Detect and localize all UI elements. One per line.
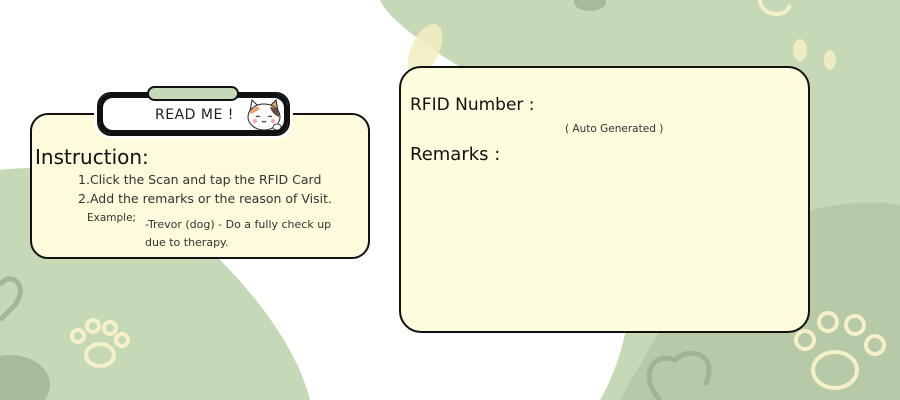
example-line: -Trevor (dog) - Do a fully check up bbox=[145, 218, 332, 231]
readme-tab-pill bbox=[147, 86, 239, 101]
readme-tab-label: READ ME ! bbox=[155, 107, 234, 123]
example-label: Example; bbox=[87, 212, 137, 224]
rfid-number-label: RFID Number : bbox=[410, 95, 535, 115]
instruction-title: Instruction: bbox=[35, 145, 149, 169]
instruction-step: 2.Add the remarks or the reason of Visit… bbox=[78, 191, 333, 206]
form-card[interactable]: RFID Number : ( Auto Generated ) Remarks… bbox=[399, 66, 810, 333]
instruction-list: 1.Click the Scan and tap the RFID Card 2… bbox=[78, 170, 332, 208]
instruction-step: 1.Click the Scan and tap the RFID Card bbox=[78, 172, 322, 187]
cat-mascot-icon bbox=[247, 98, 282, 131]
rfid-auto-generated-hint: ( Auto Generated ) bbox=[565, 123, 664, 135]
example-text: -Trevor (dog) - Do a fully check up due … bbox=[145, 216, 345, 252]
example-line: due to therapy. bbox=[145, 236, 229, 249]
remarks-label: Remarks : bbox=[410, 144, 501, 165]
